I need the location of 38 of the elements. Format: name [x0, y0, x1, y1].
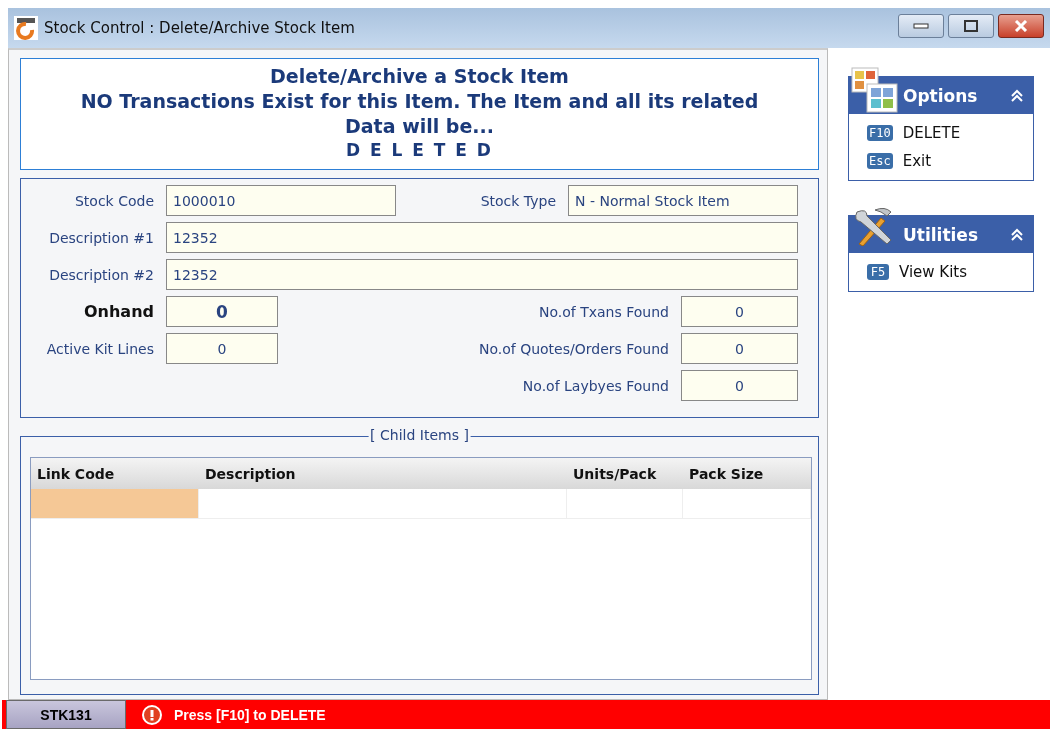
- menu-item[interactable]: F10 DELETE: [867, 124, 1033, 142]
- text-field[interactable]: 0: [681, 296, 798, 327]
- key-icon: F5: [867, 264, 889, 280]
- screen-code: STK131: [6, 700, 126, 729]
- text-field[interactable]: 12352: [166, 222, 798, 253]
- header-title: Delete/Archive a Stock Item: [269, 64, 570, 89]
- field-label: Description #1: [48, 229, 154, 246]
- menu-item[interactable]: F5 View Kits: [867, 263, 1033, 281]
- field-label: No.of Laybyes Found: [522, 377, 669, 394]
- header-message: NO Transactions Exist for this Item. The Item and all its related Data will be...: [79, 89, 760, 139]
- text-field[interactable]: N - Normal Stock Item: [568, 185, 798, 216]
- field-label: Stock Type: [480, 192, 556, 209]
- text-field[interactable]: 0: [681, 333, 798, 364]
- field-label: Onhand: [82, 302, 154, 321]
- panel-title: Options: [903, 85, 979, 106]
- text-field[interactable]: 0: [166, 296, 278, 327]
- panel-title: Utilities: [903, 224, 979, 245]
- column-header[interactable]: Description: [199, 458, 567, 489]
- text-field[interactable]: 1000010: [166, 185, 396, 216]
- header-action: D E L E T E D: [345, 139, 494, 161]
- field-label: Active Kit Lines: [45, 340, 154, 357]
- column-header[interactable]: Link Code: [31, 458, 199, 489]
- field-label: No.of Txans Found: [539, 303, 669, 320]
- field-label: Description #2: [48, 266, 154, 283]
- field-label: Stock Code: [73, 192, 154, 209]
- panel-header[interactable]: Utilities: [849, 216, 1033, 253]
- key-icon: Esc: [867, 153, 893, 169]
- column-header[interactable]: Units/Pack: [567, 458, 683, 489]
- key-icon: F10: [867, 125, 893, 141]
- window-title: Stock Control : Delete/Archive Stock Item: [44, 19, 356, 37]
- text-field[interactable]: 12352: [166, 259, 798, 290]
- field-label: No.of Quotes/Orders Found: [478, 340, 669, 357]
- panel-title: [ Child Items ]: [368, 427, 471, 443]
- text-field[interactable]: 0: [681, 370, 798, 401]
- status-message: Press [F10] to DELETE: [174, 706, 326, 723]
- menu-item[interactable]: Esc Exit: [867, 152, 1033, 170]
- column-header[interactable]: Pack Size: [683, 458, 811, 489]
- text-field[interactable]: 0: [166, 333, 278, 364]
